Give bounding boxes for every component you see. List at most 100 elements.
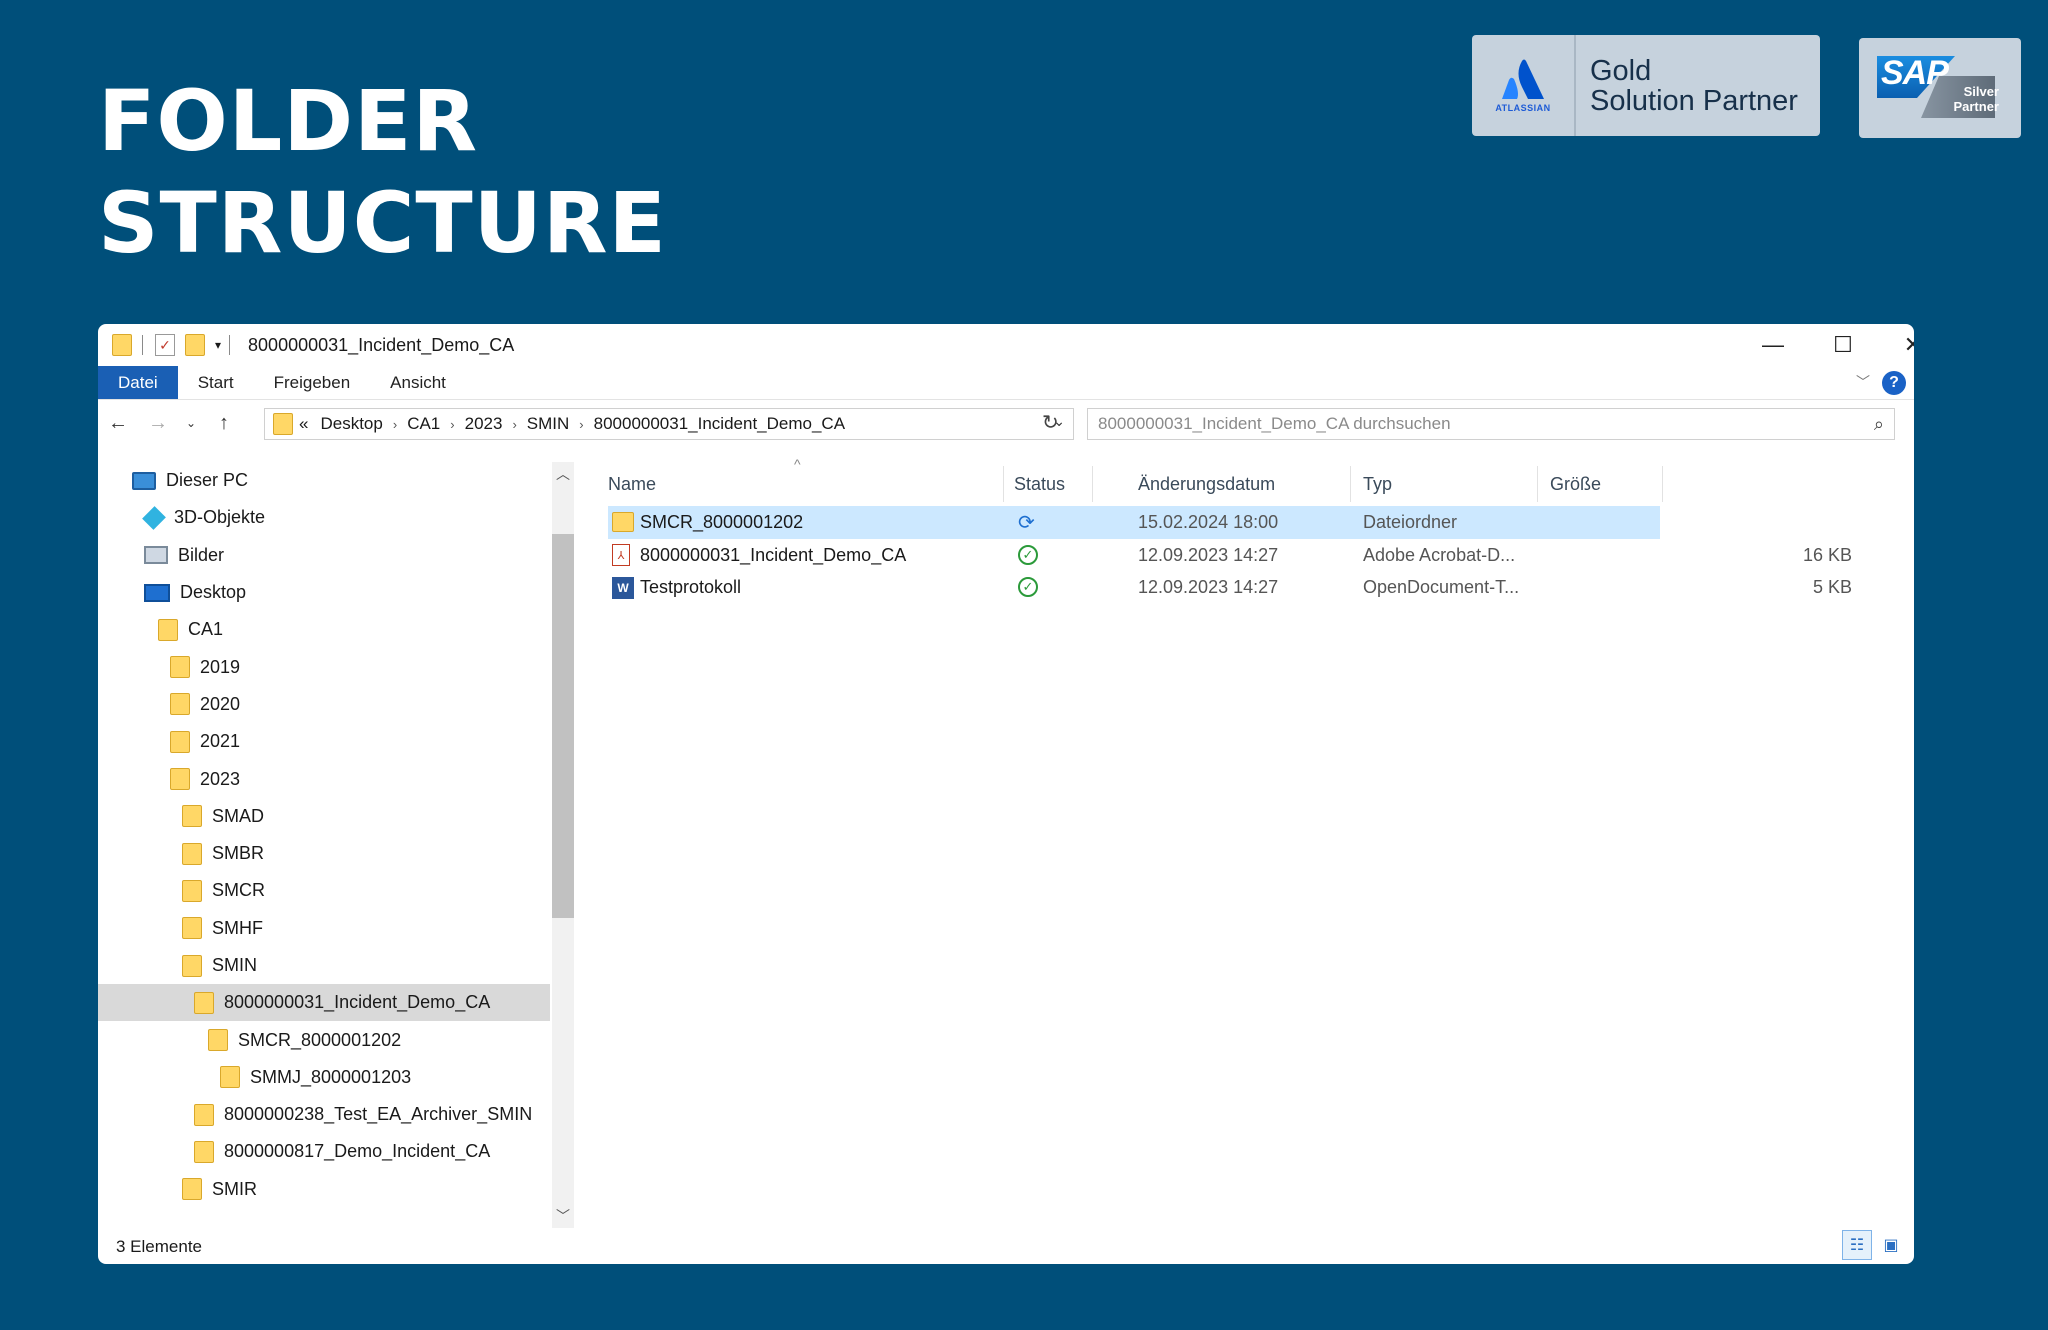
tree-item[interactable]: SMAD xyxy=(98,798,550,835)
folder-icon xyxy=(158,618,178,641)
breadcrumb-separator-icon[interactable]: › xyxy=(579,417,583,432)
minimize-button[interactable]: — xyxy=(1738,324,1808,366)
tree-item[interactable]: Dieser PC xyxy=(98,462,550,499)
scroll-down-chevron-icon[interactable]: ﹀ xyxy=(552,1206,574,1226)
breadcrumb-desktop[interactable]: Desktop xyxy=(320,414,382,434)
breadcrumb-ca1[interactable]: CA1 xyxy=(407,414,440,434)
tree-item[interactable]: 8000000031_Incident_Demo_CA xyxy=(98,984,550,1022)
tree-item-label: Desktop xyxy=(180,582,247,603)
column-header-name[interactable]: Name xyxy=(608,462,656,506)
quick-access-dropdown-icon[interactable]: ▾ xyxy=(215,338,221,352)
tree-item[interactable]: SMCR xyxy=(98,872,550,909)
folder-icon xyxy=(194,1103,214,1126)
folder-icon xyxy=(112,334,132,356)
divider xyxy=(142,335,143,355)
tree-item[interactable]: CA1 xyxy=(98,611,550,648)
column-divider[interactable] xyxy=(1092,466,1093,502)
tree-item[interactable]: 2021 xyxy=(98,723,550,760)
tree-item[interactable]: SMMJ_8000001203 xyxy=(98,1059,550,1096)
sync-icon: ⟳ xyxy=(1018,511,1035,534)
column-header-status[interactable]: Status xyxy=(1014,462,1065,506)
ribbon-expand-chevron-icon[interactable]: ﹀ xyxy=(1856,372,1870,392)
address-bar[interactable]: « Desktop › CA1 › 2023 › SMIN › 80000000… xyxy=(264,408,1074,440)
forward-arrow-icon[interactable]: → xyxy=(138,412,178,435)
tree-item-label: Dieser PC xyxy=(166,470,249,491)
tree-item[interactable]: 8000000238_Test_EA_Archiver_SMIN xyxy=(98,1096,550,1133)
breadcrumb-separator-icon[interactable]: › xyxy=(512,417,516,432)
file-explorer-window: ✓ ▾ 8000000031_Incident_Demo_CA — ☐ ✕ Da… xyxy=(98,324,1914,1264)
tree-item[interactable]: SMCR_8000001202 xyxy=(98,1021,550,1058)
navigation-tree: Dieser PC 3D-Objekte Bilder Desktop CA1 2019 2… xyxy=(98,462,550,1228)
check-icon: ✓ xyxy=(1018,544,1038,565)
tree-item-label: 2019 xyxy=(200,656,241,677)
search-input[interactable]: 8000000031_Incident_Demo_CA durchsuchen … xyxy=(1087,408,1895,440)
tree-item[interactable]: 2019 xyxy=(98,648,550,685)
tree-item[interactable]: SMHF xyxy=(98,910,550,947)
title-bar: ✓ ▾ 8000000031_Incident_Demo_CA — ☐ ✕ xyxy=(98,324,1914,366)
file-row[interactable]: ⅄ 8000000031_Incident_Demo_CA ✓ 12.09.2023 … xyxy=(608,539,1858,572)
pc-icon xyxy=(132,471,156,490)
page-headline: FOLDER STRUCTURE xyxy=(98,70,667,274)
tab-freigeben[interactable]: Freigeben xyxy=(254,366,371,399)
column-divider[interactable] xyxy=(1003,466,1004,502)
headline-line-1: FOLDER xyxy=(98,72,479,170)
tree-item-label: SMMJ_8000001203 xyxy=(250,1066,412,1087)
search-icon[interactable]: ⌕ xyxy=(1874,414,1884,435)
tree-item[interactable]: SMBR xyxy=(98,835,550,872)
sap-level-line-2: Partner xyxy=(1953,99,1999,114)
folder-icon xyxy=(273,413,293,435)
help-icon[interactable]: ? xyxy=(1882,371,1906,395)
item-count: 3 Elemente xyxy=(116,1237,202,1256)
tab-ansicht[interactable]: Ansicht xyxy=(370,366,466,399)
up-arrow-icon[interactable]: ↑ xyxy=(204,412,244,435)
details-view-icon[interactable]: ☷ xyxy=(1842,1230,1872,1260)
file-type: OpenDocument-T... xyxy=(1363,577,1520,598)
tab-start[interactable]: Start xyxy=(178,366,254,399)
tree-item-label: SMBR xyxy=(212,843,265,864)
column-header-date[interactable]: Änderungsdatum xyxy=(1138,462,1275,506)
file-row[interactable]: W Testprotokoll ✓ 12.09.2023 14:27 OpenDocum… xyxy=(608,571,1858,604)
large-icons-view-icon[interactable]: ▣ xyxy=(1876,1230,1906,1260)
file-type: Dateiordner xyxy=(1363,511,1458,532)
breadcrumb-smin[interactable]: SMIN xyxy=(527,414,570,434)
breadcrumb-separator-icon[interactable]: › xyxy=(450,417,454,432)
breadcrumb-2023[interactable]: 2023 xyxy=(465,414,503,434)
refresh-icon[interactable]: ↻ xyxy=(1042,410,1059,435)
tree-item[interactable]: 3D-Objekte xyxy=(98,499,550,536)
atlassian-logo: ATLASSIAN xyxy=(1472,35,1576,136)
sap-level-line-1: Silver xyxy=(1963,84,1999,99)
column-divider[interactable] xyxy=(1662,466,1663,502)
breadcrumb-current-folder[interactable]: 8000000031_Incident_Demo_CA xyxy=(594,414,845,434)
tree-scrollbar[interactable]: ︿ ﹀ xyxy=(552,462,574,1228)
column-divider[interactable] xyxy=(1350,466,1351,502)
column-divider[interactable] xyxy=(1537,466,1538,502)
recent-locations-chevron-icon[interactable]: ⌄ xyxy=(178,416,204,430)
file-row[interactable]: SMCR_8000001202 ⟳ 15.02.2024 18:00 Dateiord… xyxy=(608,506,1660,539)
folder-icon xyxy=(182,805,202,828)
tree-item[interactable]: Desktop xyxy=(98,574,550,611)
tab-datei[interactable]: Datei xyxy=(98,366,178,399)
back-arrow-icon[interactable]: ← xyxy=(98,412,138,435)
tree-item[interactable]: Bilder xyxy=(98,537,550,574)
tree-item[interactable]: 2023 xyxy=(98,760,550,797)
pdf-icon: ⅄ xyxy=(612,539,630,572)
maximize-button[interactable]: ☐ xyxy=(1808,324,1878,366)
close-button[interactable]: ✕ xyxy=(1878,324,1914,366)
tree-item[interactable]: SMIN xyxy=(98,947,550,984)
breadcrumb-separator-icon[interactable]: › xyxy=(393,417,397,432)
properties-check-icon[interactable]: ✓ xyxy=(155,334,175,356)
tree-item[interactable]: 8000000817_Demo_Incident_CA xyxy=(98,1133,550,1170)
file-name: SMCR_8000001202 xyxy=(640,511,804,532)
column-header-type[interactable]: Typ xyxy=(1363,462,1392,506)
tree-item-label: SMAD xyxy=(212,805,265,826)
scroll-up-chevron-icon[interactable]: ︿ xyxy=(552,464,574,484)
sort-ascending-icon: ^ xyxy=(794,456,801,472)
address-overflow[interactable]: « xyxy=(299,414,308,434)
column-header-size[interactable]: Größe xyxy=(1550,462,1601,506)
badge-tier: Gold xyxy=(1590,54,1652,87)
new-folder-icon[interactable] xyxy=(185,334,205,356)
tree-item[interactable]: 2020 xyxy=(98,686,550,723)
tree-item[interactable]: SMIR xyxy=(98,1171,550,1208)
desktop-icon xyxy=(144,583,170,602)
scrollbar-thumb[interactable] xyxy=(552,534,574,918)
